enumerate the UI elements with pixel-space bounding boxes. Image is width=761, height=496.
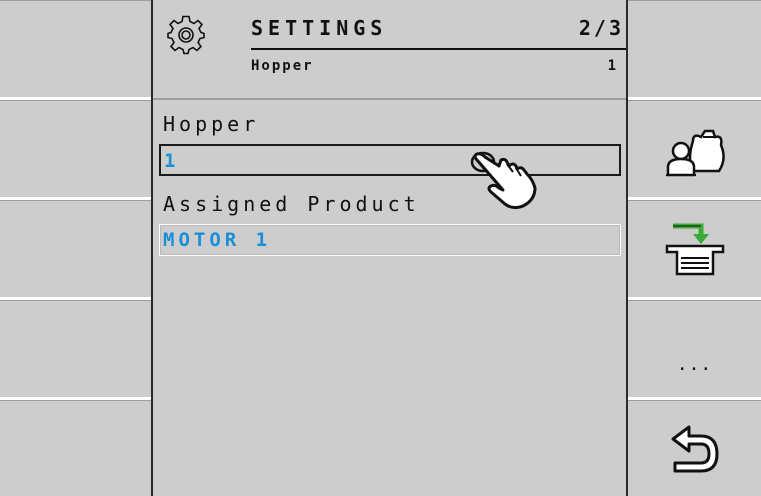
header-subtitle-value: 1 bbox=[607, 58, 616, 74]
hopper-fill-arrow-icon bbox=[665, 223, 724, 276]
hopper-label: Hopper bbox=[163, 112, 260, 136]
main-panel: SETTINGS 2/3 Hopper 1 Hopper 1 Assigned … bbox=[151, 0, 628, 496]
left-softkey-3[interactable] bbox=[0, 200, 151, 297]
assigned-product-label: Assigned Product bbox=[163, 192, 420, 216]
left-softkey-5[interactable] bbox=[0, 400, 151, 496]
operator-product-softkey[interactable] bbox=[628, 100, 761, 197]
back-arrow-icon bbox=[671, 425, 718, 472]
back-softkey[interactable] bbox=[628, 400, 761, 496]
header: SETTINGS 2/3 Hopper 1 bbox=[153, 0, 626, 100]
page-indicator: 2/3 bbox=[578, 16, 624, 40]
more-dots-icon: ... bbox=[676, 353, 713, 375]
assigned-product-field[interactable]: MOTOR 1 bbox=[159, 224, 621, 256]
left-softkey-4[interactable] bbox=[0, 300, 151, 397]
touch-hand-icon bbox=[470, 151, 537, 210]
page-title: SETTINGS bbox=[251, 16, 388, 40]
header-subtitle: Hopper bbox=[251, 58, 314, 74]
right-softkey-1[interactable] bbox=[628, 0, 761, 97]
hopper-fill-softkey[interactable] bbox=[628, 200, 761, 297]
more-options-softkey[interactable]: ... bbox=[628, 300, 761, 397]
hopper-input[interactable]: 1 bbox=[159, 144, 621, 176]
gear-icon bbox=[167, 15, 205, 55]
operator-product-bag-icon bbox=[665, 129, 725, 177]
header-divider bbox=[251, 48, 626, 50]
left-softkey-2[interactable] bbox=[0, 100, 151, 197]
left-softkey-1[interactable] bbox=[0, 0, 151, 97]
